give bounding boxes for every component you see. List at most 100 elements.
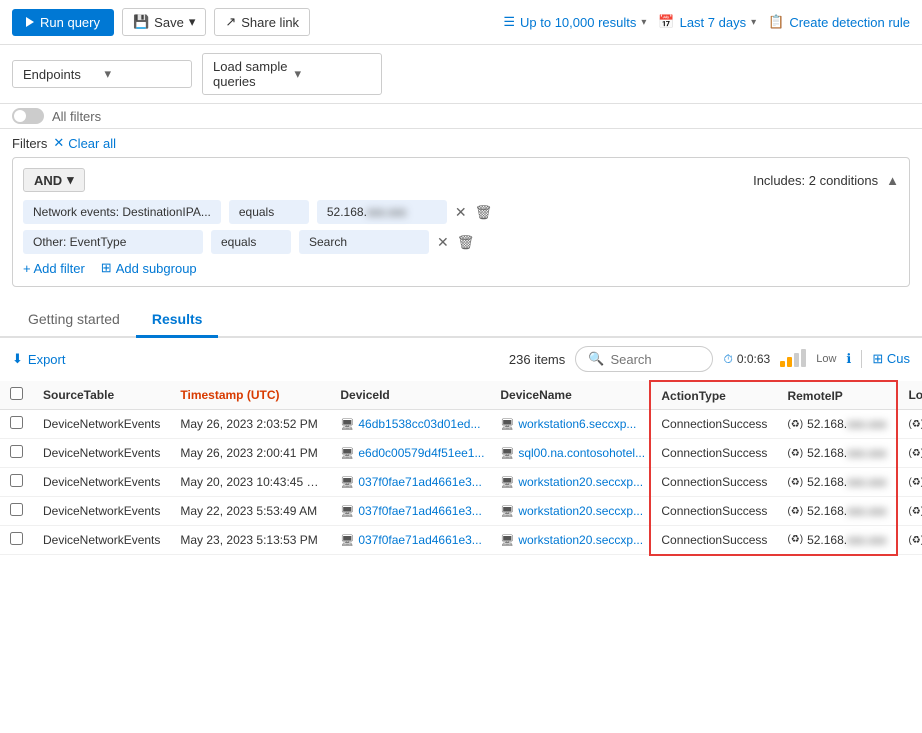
col-remote-ip[interactable]: RemoteIP (777, 381, 897, 410)
col-action-type[interactable]: ActionType (650, 381, 777, 410)
run-query-button[interactable]: Run query (12, 9, 114, 36)
row-checkbox-0[interactable] (10, 416, 23, 429)
remote-ip-value: 52.168.xxx.xxx (807, 475, 886, 489)
row-checkbox-cell (0, 497, 33, 526)
row-checkbox-1[interactable] (10, 445, 23, 458)
perf-bars (780, 351, 806, 367)
all-filters-toggle[interactable] (12, 108, 44, 124)
run-query-label: Run query (40, 15, 100, 30)
table-row: DeviceNetworkEvents May 26, 2023 2:03:52… (0, 410, 922, 439)
local-icon: (♻) (908, 477, 922, 488)
all-filters-label: All filters (52, 109, 101, 124)
source-selector[interactable]: Endpoints ▾ (12, 60, 192, 88)
save-button[interactable]: 💾 Save ▾ (122, 8, 206, 36)
save-icon: 💾 (133, 14, 149, 30)
cell-device-name: 🖥 sql00.na.contosohotel... (490, 439, 650, 468)
remote-icon: (♻) (787, 419, 803, 430)
col-timestamp[interactable]: Timestamp (UTC) (170, 381, 330, 410)
remote-ip-value: 52.168.xxx.xxx (807, 504, 886, 518)
cell-source-table: DeviceNetworkEvents (33, 468, 170, 497)
device-id-link[interactable]: 037f0fae71ad4661e3... (358, 504, 481, 518)
col-source-table[interactable]: SourceTable (33, 381, 170, 410)
clear-all-button[interactable]: ✕ Clear all (53, 135, 116, 151)
row-checkbox-2[interactable] (10, 474, 23, 487)
filter-op-2[interactable]: equals (211, 230, 291, 254)
device-id-link[interactable]: 037f0fae71ad4661e3... (358, 533, 481, 547)
tab-getting-started-label: Getting started (28, 311, 120, 327)
remote-ip-value: 52.168.xxx.xxx (807, 533, 886, 547)
monitor-icon: 🖥 (500, 476, 514, 489)
collapse-icon[interactable]: ▲ (886, 173, 899, 188)
filter-field-2[interactable]: Other: EventType (23, 230, 203, 254)
device-name-link[interactable]: workstation20.seccxp... (518, 475, 643, 489)
table-wrapper: SourceTable Timestamp (UTC) DeviceId Dev… (0, 380, 922, 556)
monitor-icon: 🖥 (500, 447, 514, 460)
cell-action-type: ConnectionSuccess (650, 497, 777, 526)
chevron-down-icon: ▾ (189, 14, 196, 30)
time-range-selector[interactable]: 📅 Last 7 days ▾ (658, 14, 756, 30)
add-subgroup-button[interactable]: ⊞ Add subgroup (101, 260, 197, 276)
cell-local-ip: (♻) 192.168.xxx.xxx (897, 468, 922, 497)
customize-icon: ⊞ (872, 351, 883, 366)
cell-device-id: 🖥 037f0fae71ad4661e3... (330, 497, 490, 526)
filter-val-1[interactable]: 52.168.xxx.xxx (317, 200, 447, 224)
results-search-input[interactable] (610, 352, 700, 367)
blurred-remote-ip: xxx.xxx (847, 533, 886, 547)
device-id-link[interactable]: e6d0c00579d4f51ee1... (358, 446, 484, 460)
table-row: DeviceNetworkEvents May 23, 2023 5:13:53… (0, 526, 922, 555)
row-checkbox-cell (0, 526, 33, 555)
row-checkbox-4[interactable] (10, 532, 23, 545)
cell-action-type: ConnectionSuccess (650, 526, 777, 555)
sample-queries-selector[interactable]: Load sample queries ▾ (202, 53, 382, 95)
delete-filter-1-button[interactable]: 🗑 (475, 204, 493, 221)
remote-ip-value: 52.168.xxx.xxx (807, 417, 886, 431)
customize-columns-button[interactable]: ⊞ Cus (872, 351, 910, 367)
items-count: 236 items (509, 352, 565, 367)
col-device-name[interactable]: DeviceName (490, 381, 650, 410)
clear-filter-2-button[interactable]: ✕ (437, 234, 449, 251)
device-name-link[interactable]: workstation6.seccxp... (518, 417, 636, 431)
create-detection-rule-button[interactable]: 📋 Create detection rule (768, 14, 910, 30)
cell-source-table: DeviceNetworkEvents (33, 439, 170, 468)
and-label: AND (34, 173, 62, 188)
monitor-icon: 🖥 (340, 505, 354, 518)
perf-bar-1 (780, 361, 785, 367)
calendar-icon: 📅 (658, 14, 674, 30)
cell-timestamp: May 22, 2023 5:53:49 AM (170, 497, 330, 526)
info-icon[interactable]: ℹ (846, 351, 851, 367)
blurred-remote-ip: xxx.xxx (847, 475, 886, 489)
col-local-ip[interactable]: LocalIP (897, 381, 922, 410)
remote-icon: (♻) (787, 448, 803, 459)
device-name-link[interactable]: workstation20.seccxp... (518, 533, 643, 547)
and-header: AND ▾ Includes: 2 conditions ▲ (23, 168, 899, 192)
device-name-link[interactable]: sql00.na.contosohotel... (518, 446, 645, 460)
chevron-down-icon: ▾ (105, 66, 182, 82)
clear-filter-1-button[interactable]: ✕ (455, 204, 467, 221)
col-device-id[interactable]: DeviceId (330, 381, 490, 410)
select-all-checkbox[interactable] (10, 387, 23, 400)
tab-getting-started[interactable]: Getting started (12, 303, 136, 338)
and-badge[interactable]: AND ▾ (23, 168, 85, 192)
remote-ip-value: 52.168.xxx.xxx (807, 446, 886, 460)
results-limit-selector[interactable]: ☰ Up to 10,000 results ▾ (503, 14, 646, 30)
remote-icon: (♻) (787, 506, 803, 517)
add-filter-button[interactable]: + Add filter (23, 261, 85, 276)
cell-device-name: 🖥 workstation6.seccxp... (490, 410, 650, 439)
tab-results[interactable]: Results (136, 303, 219, 338)
second-row: Endpoints ▾ Load sample queries ▾ (0, 45, 922, 104)
filter-op-1[interactable]: equals (229, 200, 309, 224)
device-name-link[interactable]: workstation20.seccxp... (518, 504, 643, 518)
export-button[interactable]: ⬇ Export (12, 351, 65, 367)
cus-label: Cus (887, 351, 910, 366)
cell-local-ip: (♻) 192.168.xxx.xxx (897, 526, 922, 555)
device-id-link[interactable]: 46db1538cc03d01ed... (358, 417, 480, 431)
cell-device-id: 🖥 037f0fae71ad4661e3... (330, 468, 490, 497)
cell-device-id: 🖥 e6d0c00579d4f51ee1... (330, 439, 490, 468)
device-id-link[interactable]: 037f0fae71ad4661e3... (358, 475, 481, 489)
results-search-box[interactable]: 🔍 (575, 346, 713, 372)
share-link-button[interactable]: ↗ Share link (214, 8, 310, 36)
filter-field-1[interactable]: Network events: DestinationIPA... (23, 200, 221, 224)
delete-filter-2-button[interactable]: 🗑 (457, 234, 475, 251)
row-checkbox-3[interactable] (10, 503, 23, 516)
filter-val-2[interactable]: Search (299, 230, 429, 254)
